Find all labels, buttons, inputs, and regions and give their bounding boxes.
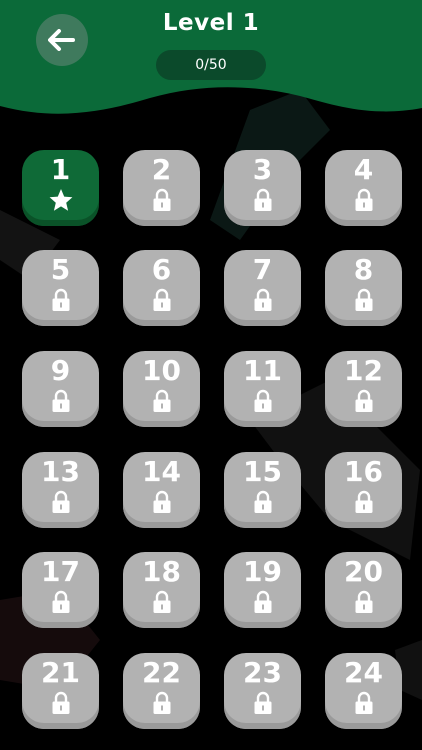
- level-17-button[interactable]: 17: [22, 552, 99, 628]
- level-number: 21: [41, 656, 80, 689]
- lock-icon: [152, 590, 172, 618]
- lock-icon: [253, 691, 273, 719]
- level-3-button[interactable]: 3: [224, 150, 301, 226]
- level-number: 24: [344, 656, 383, 689]
- level-number: 9: [50, 354, 71, 387]
- level-number: 18: [142, 555, 181, 588]
- level-21-button[interactable]: 21: [22, 653, 99, 729]
- lock-icon: [253, 490, 273, 518]
- level-10-button[interactable]: 10: [123, 351, 200, 427]
- level-24-button[interactable]: 24: [325, 653, 402, 729]
- lock-icon: [253, 288, 273, 316]
- lock-icon: [152, 691, 172, 719]
- level-number: 23: [243, 656, 282, 689]
- level-23-button[interactable]: 23: [224, 653, 301, 729]
- level-20-button[interactable]: 20: [325, 552, 402, 628]
- level-number: 5: [50, 253, 71, 286]
- level-number: 13: [41, 455, 80, 488]
- lock-icon: [253, 389, 273, 417]
- lock-icon: [51, 590, 71, 618]
- level-number: 15: [243, 455, 282, 488]
- level-22-button[interactable]: 22: [123, 653, 200, 729]
- lock-icon: [51, 288, 71, 316]
- level-4-button[interactable]: 4: [325, 150, 402, 226]
- level-7-button[interactable]: 7: [224, 250, 301, 326]
- level-number: 22: [142, 656, 181, 689]
- level-9-button[interactable]: 9: [22, 351, 99, 427]
- lock-icon: [152, 288, 172, 316]
- lock-icon: [354, 590, 374, 618]
- level-19-button[interactable]: 19: [224, 552, 301, 628]
- level-18-button[interactable]: 18: [123, 552, 200, 628]
- level-number: 19: [243, 555, 282, 588]
- level-15-button[interactable]: 15: [224, 452, 301, 528]
- level-5-button[interactable]: 5: [22, 250, 99, 326]
- level-number: 20: [344, 555, 383, 588]
- level-8-button[interactable]: 8: [325, 250, 402, 326]
- lock-icon: [253, 590, 273, 618]
- level-2-button[interactable]: 2: [123, 150, 200, 226]
- lock-icon: [51, 490, 71, 518]
- lock-icon: [152, 389, 172, 417]
- level-number: 17: [41, 555, 80, 588]
- level-14-button[interactable]: 14: [123, 452, 200, 528]
- level-grid: 1 2 3 4 5 6 7 8 9 10 11 12 13 14 15 16 17 18 19 20 21 22 23 24: [0, 0, 422, 750]
- level-number: 8: [353, 253, 374, 286]
- lock-icon: [152, 188, 172, 216]
- star-icon: [48, 188, 74, 216]
- level-16-button[interactable]: 16: [325, 452, 402, 528]
- level-number: 4: [353, 153, 374, 186]
- lock-icon: [354, 288, 374, 316]
- lock-icon: [354, 691, 374, 719]
- lock-icon: [253, 188, 273, 216]
- level-11-button[interactable]: 11: [224, 351, 301, 427]
- level-12-button[interactable]: 12: [325, 351, 402, 427]
- level-number: 7: [252, 253, 273, 286]
- level-6-button[interactable]: 6: [123, 250, 200, 326]
- level-number: 3: [252, 153, 273, 186]
- level-13-button[interactable]: 13: [22, 452, 99, 528]
- level-1-button[interactable]: 1: [22, 150, 99, 226]
- lock-icon: [354, 188, 374, 216]
- level-number: 11: [243, 354, 282, 387]
- level-number: 12: [344, 354, 383, 387]
- level-number: 2: [151, 153, 172, 186]
- lock-icon: [152, 490, 172, 518]
- level-number: 16: [344, 455, 383, 488]
- level-number: 1: [50, 153, 71, 186]
- level-number: 14: [142, 455, 181, 488]
- lock-icon: [354, 389, 374, 417]
- level-number: 10: [142, 354, 181, 387]
- lock-icon: [51, 691, 71, 719]
- level-number: 6: [151, 253, 172, 286]
- lock-icon: [354, 490, 374, 518]
- lock-icon: [51, 389, 71, 417]
